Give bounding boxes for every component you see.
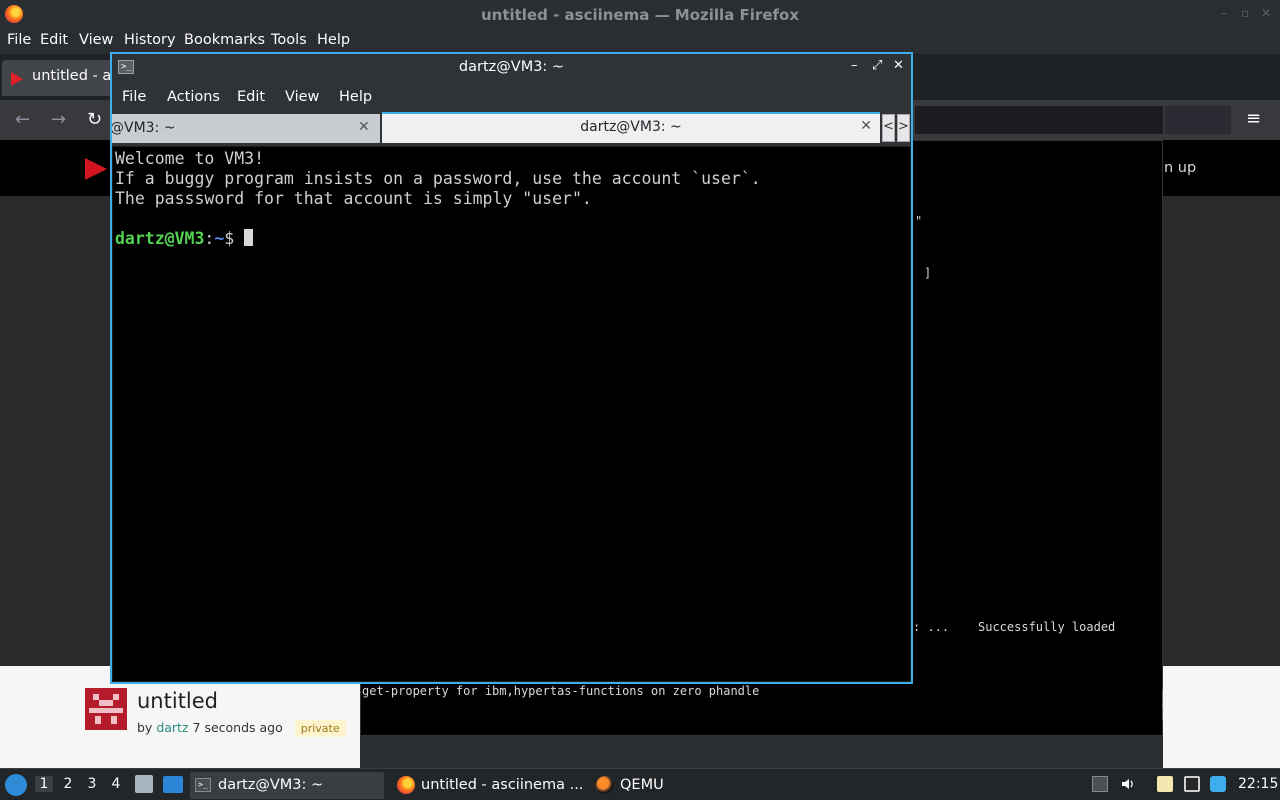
terminal-tab-1[interactable]: @VM3: ~ ✕ [112,114,380,143]
recording-by-label: by [137,720,153,735]
firefox-tab-label: untitled - as [32,68,119,84]
terminal-tab-2[interactable]: dartz@VM3: ~ ✕ [382,112,880,143]
tab-scroll-right-button[interactable]: > [897,114,910,142]
task-qemu[interactable]: QEMU [592,772,682,799]
file-manager-icon[interactable] [135,775,153,793]
close-icon[interactable]: ✕ [860,118,872,134]
firefox-maximize-button[interactable]: ▫ [1241,6,1249,20]
firefox-menu-tools[interactable]: Tools [271,32,307,48]
task-firefox[interactable]: untitled - asciinema ... [393,772,583,799]
terminal-menu-edit[interactable]: Edit [237,89,265,105]
terminal-close-button[interactable]: ✕ [893,58,904,73]
task-terminal-label: dartz@VM3: ~ [218,777,324,793]
firefox-icon [397,776,415,794]
terminal-output[interactable]: Welcome to VM3! If a buggy program insis… [112,146,911,682]
terminal-line: Welcome to VM3! [115,149,265,168]
terminal-menu-view[interactable]: View [285,89,319,105]
close-icon[interactable]: ✕ [358,119,370,135]
hamburger-menu-icon[interactable]: ≡ [1246,108,1261,129]
recording-author-link[interactable]: dartz [156,720,188,735]
terminal-tab-2-label: dartz@VM3: ~ [580,119,682,135]
firefox-menu-bookmarks[interactable]: Bookmarks [184,32,265,48]
recording-title: untitled [137,689,219,713]
firefox-window-title: untitled - asciinema — Mozilla Firefox [480,6,800,24]
recording-info-panel-right [1163,666,1280,768]
qemu-icon [596,776,614,794]
network-icon[interactable] [1184,776,1200,792]
start-menu-icon[interactable] [5,774,27,796]
terminal-cursor [244,229,254,246]
terminal-tabbar: @VM3: ~ ✕ dartz@VM3: ~ ✕ < > [112,112,911,144]
avatar[interactable] [85,688,127,730]
terminal-prompt-line: dartz@VM3:~$ [115,229,910,249]
player-text-status-prefix: : ... [913,620,950,634]
terminal-tab-1-label: @VM3: ~ [112,120,176,136]
taskbar: 1 2 3 4 >_ dartz@VM3: ~ untitled - ascii… [0,768,1280,800]
clock[interactable]: 22:15 [1238,776,1278,792]
player-text-mark: " [915,214,923,228]
firefox-menu-history[interactable]: History [124,32,176,48]
private-badge: private [294,720,346,737]
prompt-path: ~ [214,229,225,248]
terminal-menu-help[interactable]: Help [339,89,372,105]
sign-up-link[interactable]: n up [1164,160,1196,176]
firefox-minimize-button[interactable]: – [1221,6,1227,20]
desktop-1-button[interactable]: 1 [35,776,53,792]
terminal-window-title: dartz@VM3: ~ [458,59,565,75]
terminal-maximize-button[interactable]: ⤢ [872,58,882,73]
asciinema-favicon-icon [11,72,23,86]
url-bar[interactable] [915,106,1163,134]
back-icon[interactable]: ← [15,109,30,130]
prompt-symbol: $ [224,229,245,248]
firefox-menu-help[interactable]: Help [317,32,350,48]
desktop-4-button[interactable]: 4 [107,776,125,792]
terminal-icon: >_ [195,778,211,792]
asciinema-logo-icon[interactable] [85,158,107,180]
search-bar[interactable] [1165,106,1231,134]
player-text-bracket: ] [924,266,932,280]
firefox-titlebar: untitled - asciinema — Mozilla Firefox –… [0,0,1280,29]
tray-expand-icon[interactable] [1092,776,1108,792]
prompt-separator: : [204,229,215,248]
recording-meta: by dartz 7 seconds ago private [137,720,346,737]
task-firefox-label: untitled - asciinema ... [421,777,584,793]
show-desktop-icon[interactable] [163,776,183,793]
player-text-status: Successfully loaded [978,620,1116,634]
desktop-3-button[interactable]: 3 [83,776,101,792]
desktop-2-button[interactable]: 2 [59,776,77,792]
terminal-line: The passsword for that account is simply… [115,189,592,208]
task-qemu-label: QEMU [620,777,664,793]
tab-scroll-left-button[interactable]: < [882,114,895,142]
firefox-tab-asciinema[interactable]: untitled - as [2,60,122,96]
terminal-menubar: File Actions Edit View Help [112,82,911,112]
recording-time: 7 seconds ago [192,720,283,735]
volume-icon[interactable] [1120,776,1136,792]
terminal-menu-file[interactable]: File [122,89,146,105]
notifications-icon[interactable] [1210,776,1226,792]
task-terminal[interactable]: >_ dartz@VM3: ~ [190,772,384,799]
firefox-close-button[interactable]: ✕ [1261,6,1271,20]
terminal-titlebar[interactable]: >_ dartz@VM3: ~ – ⤢ ✕ [112,54,911,82]
firefox-menubar: File Edit View History Bookmarks Tools H… [0,29,1280,54]
player-text-bottom-line: get-property for ibm,hypertas-functions … [362,684,760,698]
firefox-menu-edit[interactable]: Edit [40,32,68,48]
reload-icon[interactable]: ↻ [87,109,102,130]
terminal-minimize-button[interactable]: – [851,58,858,73]
forward-icon[interactable]: → [51,109,66,130]
terminal-line: If a buggy program insists on a password… [115,169,761,188]
prompt-user-host: dartz@VM3 [115,229,205,248]
terminal-menu-actions[interactable]: Actions [167,89,220,105]
firefox-menu-view[interactable]: View [79,32,113,48]
terminal-window[interactable]: >_ dartz@VM3: ~ – ⤢ ✕ File Actions Edit … [110,52,913,684]
firefox-menu-file[interactable]: File [7,32,31,48]
clipboard-icon[interactable] [1157,776,1173,792]
